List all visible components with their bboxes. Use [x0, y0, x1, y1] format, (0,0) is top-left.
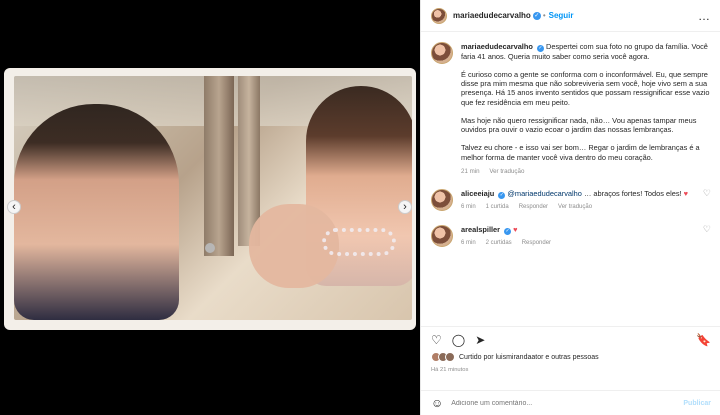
caption-meta: 21 min Ver tradução	[461, 168, 711, 175]
caption-time: 21 min	[461, 167, 480, 175]
comment-text: aliceeiaju ✓ @mariaedudecarvalho … abraç…	[461, 189, 695, 199]
heart-emoji: ♥	[513, 224, 518, 234]
comment-composer: ☺ Publicar	[421, 390, 720, 415]
instagram-post-view: ‹ › mariaedudecarvalho ✓ • Seguir … mari…	[0, 0, 720, 415]
emoji-icon[interactable]: ☺	[431, 397, 443, 409]
verified-icon: ✓	[532, 11, 541, 20]
verified-icon: ✓	[498, 191, 506, 199]
comment-text: arealspiller ✓ ♥	[461, 225, 695, 235]
commenter-avatar[interactable]	[431, 188, 453, 211]
comment-input[interactable]	[451, 399, 676, 407]
post-actions: ♡ ◯ ➤ 🔖	[421, 326, 720, 352]
mention-link[interactable]: @mariaedudecarvalho	[507, 189, 581, 198]
caption-username[interactable]: mariaedudecarvalho	[461, 42, 533, 51]
post-photo	[14, 76, 412, 320]
likes-summary[interactable]: Curtido por luismirandaator e outras pes…	[431, 352, 599, 362]
comment-time: 6 min	[461, 203, 476, 210]
caption-paragraph: Mas hoje não quero ressignificar nada, n…	[461, 115, 697, 135]
author-username[interactable]: mariaedudecarvalho	[453, 11, 531, 20]
verified-icon: ✓	[536, 44, 544, 52]
details-panel: mariaedudecarvalho ✓ • Seguir … mariaedu…	[420, 0, 720, 415]
likes-text: Curtido por luismirandaator e outras pes…	[459, 353, 599, 361]
comment-body: … abraços fortes! Todos eles!	[583, 188, 684, 198]
tree-trunk	[204, 76, 234, 256]
caption-paragraph: Talvez eu chore - e isso vai ser bom… Re…	[461, 143, 700, 162]
post-time: Há 21 minutos	[431, 367, 469, 373]
comment-item: arealspiller ✓ ♥ 6 min 2 curtidas Respon…	[431, 224, 711, 247]
comment-time: 6 min	[461, 239, 476, 246]
post-image-card	[4, 68, 416, 330]
comment-meta: 6 min 1 curtida Responder Ver tradução	[461, 204, 695, 210]
caption-text: mariaedudecarvalho ✓ Despertei com sua f…	[461, 42, 711, 162]
reply-button[interactable]: Responder	[519, 204, 548, 210]
comment-item: aliceeiaju ✓ @mariaedudecarvalho … abraç…	[431, 188, 711, 211]
more-options-icon[interactable]: …	[698, 10, 710, 22]
comments-scroll-area[interactable]: mariaedudecarvalho ✓ Despertei com sua f…	[421, 32, 720, 326]
necklace	[322, 228, 396, 256]
media-panel: ‹ ›	[0, 0, 420, 415]
reply-button[interactable]: Responder	[522, 240, 551, 246]
caption-paragraph: É curioso como a gente se conforma com o…	[461, 69, 710, 107]
liker-avatars	[431, 352, 455, 362]
post-header: mariaedudecarvalho ✓ • Seguir …	[421, 0, 720, 32]
carousel-dot	[205, 243, 215, 253]
follow-button[interactable]: Seguir	[549, 11, 574, 20]
save-icon[interactable]: 🔖	[696, 334, 711, 346]
caption-row: mariaedudecarvalho ✓ Despertei com sua f…	[431, 42, 711, 175]
like-comment-icon[interactable]: ♡	[703, 188, 711, 211]
author-avatar[interactable]	[431, 7, 447, 24]
woman-left	[14, 104, 179, 320]
comment-icon[interactable]: ◯	[452, 334, 465, 346]
like-comment-icon[interactable]: ♡	[703, 224, 711, 247]
publish-button[interactable]: Publicar	[683, 400, 711, 407]
see-translation-link[interactable]: Ver tradução	[489, 168, 524, 175]
next-arrow-icon[interactable]: ›	[398, 200, 412, 214]
liker-avatar	[445, 352, 455, 362]
commenter-avatar[interactable]	[431, 224, 453, 247]
comment-likes[interactable]: 2 curtidas	[486, 240, 512, 246]
comment-likes[interactable]: 1 curtida	[486, 204, 509, 210]
heart-emoji: ♥	[683, 188, 689, 198]
commenter-username[interactable]: aliceeiaju	[461, 189, 494, 198]
comment-meta: 6 min 2 curtidas Responder	[461, 240, 695, 246]
verified-icon: ✓	[504, 227, 512, 235]
like-icon[interactable]: ♡	[431, 334, 442, 346]
separator-dot: •	[542, 11, 546, 20]
see-translation-link[interactable]: Ver tradução	[558, 204, 592, 210]
commenter-username[interactable]: arealspiller	[461, 225, 500, 234]
caption-author-avatar[interactable]	[431, 42, 453, 64]
previous-arrow-icon[interactable]: ‹	[7, 200, 21, 214]
share-icon[interactable]: ➤	[475, 334, 485, 346]
